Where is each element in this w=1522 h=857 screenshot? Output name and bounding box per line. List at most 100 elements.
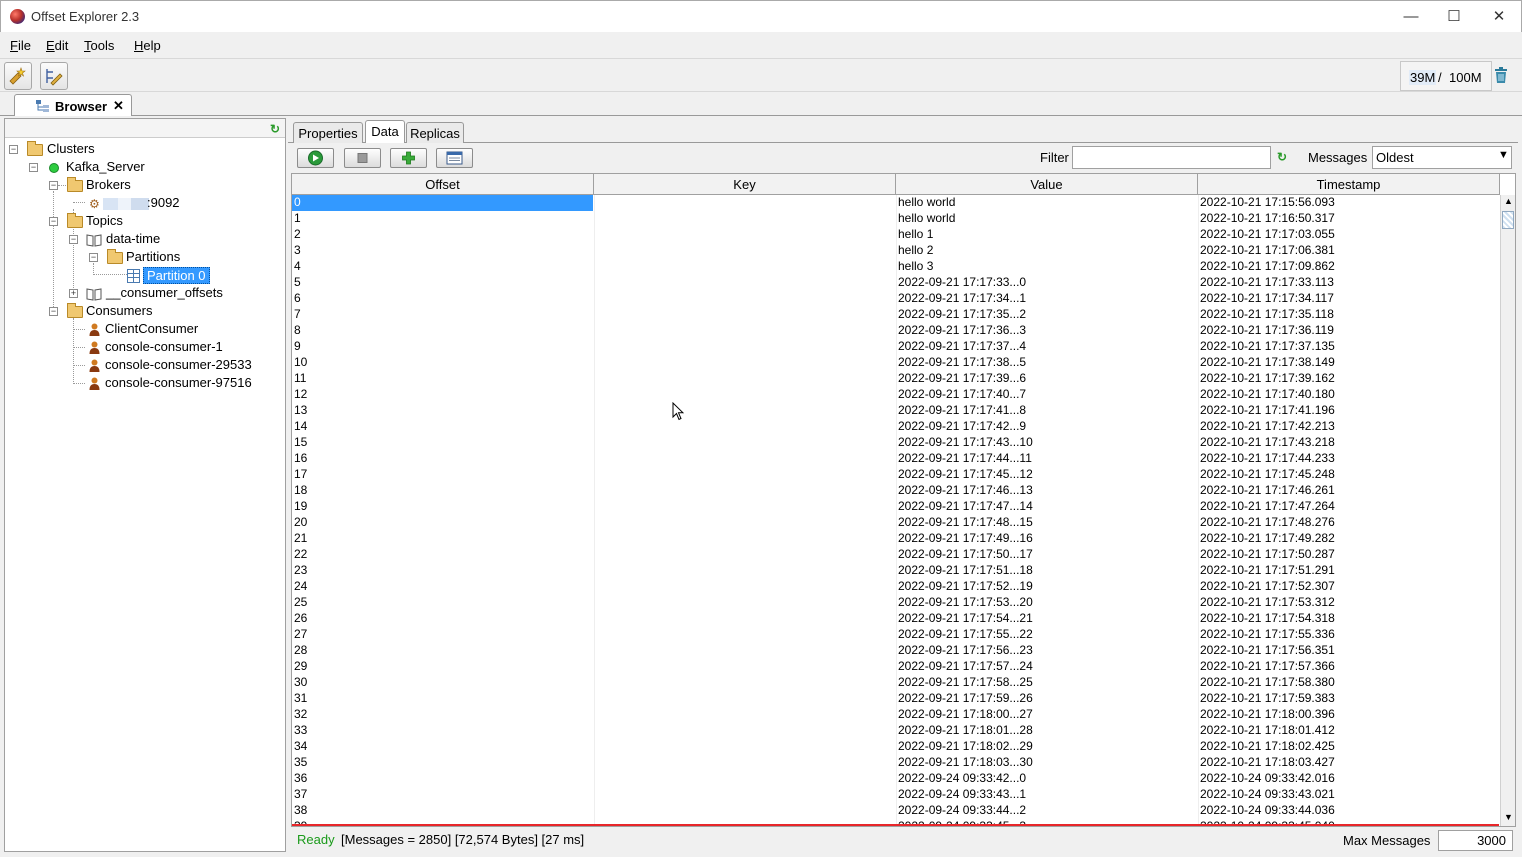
maximize-button[interactable]: ☐ xyxy=(1431,1,1477,31)
table-row[interactable]: 9 2022-09-21 17:17:37...4 2022-10-21 17:17… xyxy=(292,339,1500,355)
table-row[interactable]: 15 2022-09-21 17:17:43...10 2022-10-21 17:… xyxy=(292,435,1500,451)
cell-key xyxy=(594,243,894,259)
view-message-button[interactable] xyxy=(436,148,473,168)
table-row[interactable]: 25 2022-09-21 17:17:53...20 2022-10-21 17:… xyxy=(292,595,1500,611)
column-header-value[interactable]: Value xyxy=(896,174,1198,194)
table-row[interactable]: 8 2022-09-21 17:17:36...3 2022-10-21 17:17… xyxy=(292,323,1500,339)
scroll-down-icon[interactable]: ▼ xyxy=(1504,812,1513,822)
table-row[interactable]: 12 2022-09-21 17:17:40...7 2022-10-21 17:1… xyxy=(292,387,1500,403)
tab-properties[interactable]: Properties xyxy=(293,122,363,143)
start-fetch-button[interactable] xyxy=(297,148,334,168)
table-row[interactable]: 24 2022-09-21 17:17:52...19 2022-10-21 17:… xyxy=(292,579,1500,595)
column-header-offset[interactable]: Offset xyxy=(292,174,594,194)
scroll-up-icon[interactable]: ▲ xyxy=(1504,196,1513,206)
table-row[interactable]: 34 2022-09-21 17:18:02...29 2022-10-21 17:… xyxy=(292,739,1500,755)
expand-icon[interactable]: + xyxy=(69,289,78,298)
table-row[interactable]: 20 2022-09-21 17:17:48...15 2022-10-21 17:… xyxy=(292,515,1500,531)
cell-key xyxy=(594,403,894,419)
tree-node-topic-data-time[interactable]: − data-time xyxy=(69,231,179,249)
tree-node-consumer[interactable]: console-consumer-29533 xyxy=(87,357,277,375)
tab-data[interactable]: Data xyxy=(365,120,405,143)
tree-node-partitions[interactable]: − Partitions xyxy=(89,249,199,267)
trash-icon[interactable] xyxy=(1494,67,1508,84)
tree-node-consumer[interactable]: console-consumer-1 xyxy=(87,339,267,357)
tree-node-consumer[interactable]: ClientConsumer xyxy=(87,321,267,339)
apply-filter-icon[interactable]: ↻ xyxy=(1277,150,1287,164)
collapse-icon[interactable]: − xyxy=(49,181,58,190)
table-row[interactable]: 38 2022-09-24 09:33:44...2 2022-10-24 09:3… xyxy=(292,803,1500,819)
table-row[interactable]: 0 hello world 2022-10-21 17:15:56.093 xyxy=(292,195,1500,211)
table-row[interactable]: 23 2022-09-21 17:17:51...18 2022-10-21 17:… xyxy=(292,563,1500,579)
minimize-button[interactable]: — xyxy=(1388,1,1434,31)
table-row[interactable]: 17 2022-09-21 17:17:45...12 2022-10-21 17:… xyxy=(292,467,1500,483)
table-row[interactable]: 7 2022-09-21 17:17:35...2 2022-10-21 17:17… xyxy=(292,307,1500,323)
tree-line xyxy=(73,347,85,348)
add-message-button[interactable] xyxy=(390,148,427,168)
tree-node-consumer[interactable]: console-consumer-97516 xyxy=(87,375,277,393)
table-row[interactable]: 35 2022-09-21 17:18:03...30 2022-10-21 17:… xyxy=(292,755,1500,771)
tab-browser[interactable]: Browser ✕ xyxy=(14,94,132,116)
tree-node-kafka-server[interactable]: − Kafka_Server xyxy=(29,159,159,177)
collapse-icon[interactable]: − xyxy=(9,145,18,154)
collapse-icon[interactable]: − xyxy=(89,253,98,262)
column-header-timestamp[interactable]: Timestamp xyxy=(1198,174,1500,194)
table-row[interactable]: 29 2022-09-21 17:17:57...24 2022-10-21 17:… xyxy=(292,659,1500,675)
collapse-icon[interactable]: − xyxy=(49,307,58,316)
cell-value: 2022-09-21 17:17:46...13 xyxy=(898,483,1033,497)
table-row[interactable]: 3 hello 2 2022-10-21 17:17:06.381 xyxy=(292,243,1500,259)
table-row[interactable]: 32 2022-09-21 17:18:00...27 2022-10-21 17:… xyxy=(292,707,1500,723)
tree-node-topics[interactable]: − Topics xyxy=(49,213,149,231)
scroll-thumb[interactable] xyxy=(1502,211,1514,229)
table-row[interactable]: 31 2022-09-21 17:17:59...26 2022-10-21 17:… xyxy=(292,691,1500,707)
cell-offset: 1 xyxy=(294,211,301,225)
column-header-key[interactable]: Key xyxy=(594,174,896,194)
table-row[interactable]: 39 2022-09-24 09:33:45...3 2022-10-24 09:3… xyxy=(292,819,1500,826)
tree-node-partition-0[interactable]: Partition 0 xyxy=(127,267,217,285)
tree-node-consumer-offsets[interactable]: + __consumer_offsets xyxy=(69,285,229,303)
edit-connection-button[interactable] xyxy=(40,62,68,90)
collapse-icon[interactable]: − xyxy=(29,163,38,172)
table-row[interactable]: 27 2022-09-21 17:17:55...22 2022-10-21 17:… xyxy=(292,627,1500,643)
menu-help[interactable]: Help xyxy=(134,38,161,53)
table-row[interactable]: 28 2022-09-21 17:17:56...23 2022-10-21 17:… xyxy=(292,643,1500,659)
table-row[interactable]: 13 2022-09-21 17:17:41...8 2022-10-21 17:1… xyxy=(292,403,1500,419)
collapse-icon[interactable]: − xyxy=(69,235,78,244)
vertical-scrollbar[interactable]: ▲ ▼ xyxy=(1500,195,1515,826)
menu-file[interactable]: File xyxy=(10,38,31,53)
table-row[interactable]: 11 2022-09-21 17:17:39...6 2022-10-21 17:1… xyxy=(292,371,1500,387)
max-messages-input[interactable] xyxy=(1438,830,1513,851)
table-row[interactable]: 33 2022-09-21 17:18:01...28 2022-10-21 17:… xyxy=(292,723,1500,739)
tab-browser-close-button[interactable]: ✕ xyxy=(113,98,124,114)
messages-order-select[interactable]: Oldest ▼ xyxy=(1372,146,1512,169)
menu-edit[interactable]: Edit xyxy=(46,38,68,53)
table-row[interactable]: 19 2022-09-21 17:17:47...14 2022-10-21 17:… xyxy=(292,499,1500,515)
add-connection-button[interactable] xyxy=(4,62,32,90)
table-row[interactable]: 10 2022-09-21 17:17:38...5 2022-10-21 17:1… xyxy=(292,355,1500,371)
table-row[interactable]: 30 2022-09-21 17:17:58...25 2022-10-21 17:… xyxy=(292,675,1500,691)
tree-node-consumers[interactable]: − Consumers xyxy=(49,303,169,321)
table-row[interactable]: 22 2022-09-21 17:17:50...17 2022-10-21 17:… xyxy=(292,547,1500,563)
tree-node-broker[interactable]: ⚙ :9092 xyxy=(87,195,197,213)
tree-node-brokers[interactable]: − Brokers xyxy=(49,177,149,195)
table-row[interactable]: 6 2022-09-21 17:17:34...1 2022-10-21 17:17… xyxy=(292,291,1500,307)
table-row[interactable]: 26 2022-09-21 17:17:54...21 2022-10-21 17:… xyxy=(292,611,1500,627)
table-row[interactable]: 37 2022-09-24 09:33:43...1 2022-10-24 09:3… xyxy=(292,787,1500,803)
table-row[interactable]: 21 2022-09-21 17:17:49...16 2022-10-21 17:… xyxy=(292,531,1500,547)
table-row[interactable]: 36 2022-09-24 09:33:42...0 2022-10-24 09:3… xyxy=(292,771,1500,787)
table-row[interactable]: 16 2022-09-21 17:17:44...11 2022-10-21 17:… xyxy=(292,451,1500,467)
table-row[interactable]: 1 hello world 2022-10-21 17:16:50.317 xyxy=(292,211,1500,227)
table-row[interactable]: 2 hello 1 2022-10-21 17:17:03.055 xyxy=(292,227,1500,243)
stop-fetch-button[interactable] xyxy=(344,148,381,168)
tree-node-clusters[interactable]: − Clusters xyxy=(9,141,109,159)
menu-tools[interactable]: Tools xyxy=(84,38,114,53)
connected-status-icon xyxy=(49,163,59,173)
collapse-icon[interactable]: − xyxy=(49,217,58,226)
table-row[interactable]: 4 hello 3 2022-10-21 17:17:09.862 xyxy=(292,259,1500,275)
refresh-icon[interactable]: ↻ xyxy=(270,122,280,136)
close-window-button[interactable]: ✕ xyxy=(1476,1,1522,31)
table-row[interactable]: 18 2022-09-21 17:17:46...13 2022-10-21 17:… xyxy=(292,483,1500,499)
filter-input[interactable] xyxy=(1072,146,1271,169)
tab-replicas[interactable]: Replicas xyxy=(406,122,464,143)
table-row[interactable]: 14 2022-09-21 17:17:42...9 2022-10-21 17:1… xyxy=(292,419,1500,435)
table-row[interactable]: 5 2022-09-21 17:17:33...0 2022-10-21 17:17… xyxy=(292,275,1500,291)
